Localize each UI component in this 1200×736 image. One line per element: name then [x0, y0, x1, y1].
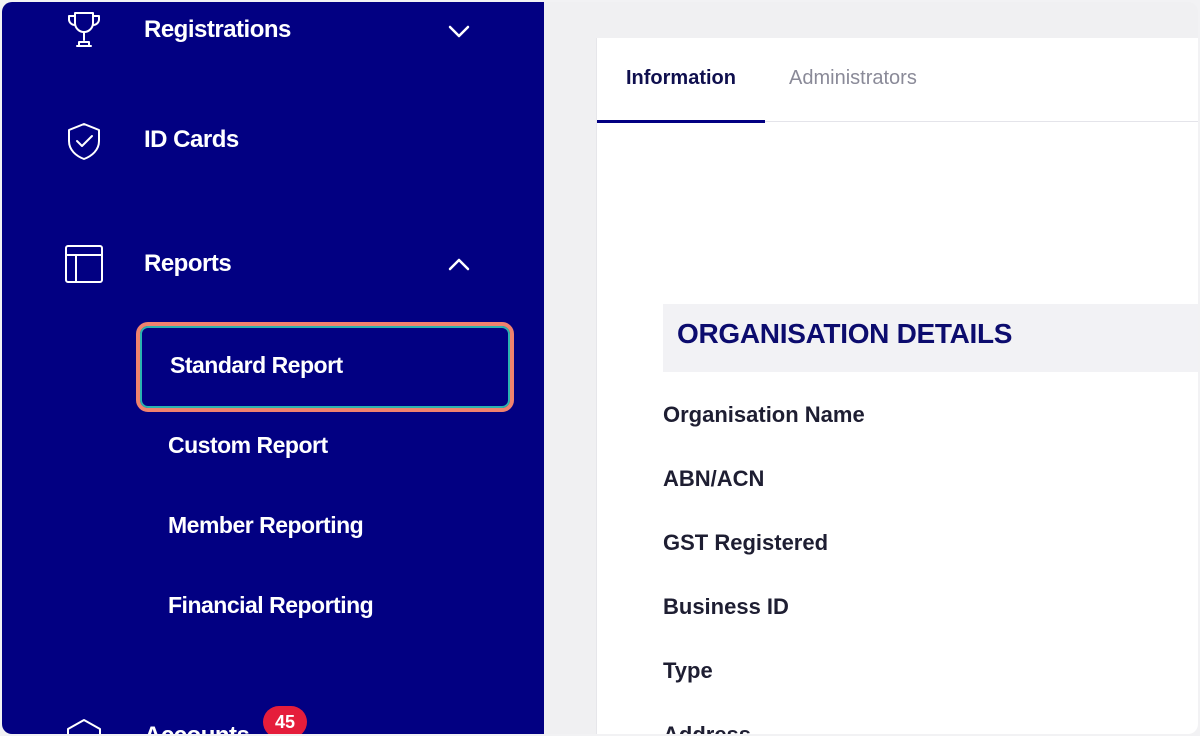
tab-bar: Information Administrators — [597, 38, 1198, 123]
main-content: Information Administrators ORGANISATION … — [544, 2, 1198, 734]
sidebar-item-id-cards[interactable]: ID Cards — [2, 110, 544, 170]
sidebar-item-label: Registrations — [144, 16, 291, 43]
sidebar-item-registrations[interactable]: Registrations — [2, 2, 544, 62]
field-label-type: Type — [663, 658, 713, 683]
sidebar-subitem-financial-reporting[interactable]: Financial Reporting — [140, 566, 510, 646]
trophy-icon — [62, 8, 106, 52]
field-label-business-id: Business ID — [663, 594, 789, 619]
sidebar-item-label: ID Cards — [144, 126, 239, 153]
sidebar: Registrations ID Cards Reports Standard … — [2, 2, 544, 734]
tab-administrators[interactable]: Administrators — [789, 38, 917, 122]
section-header: ORGANISATION DETAILS — [663, 304, 1198, 372]
sidebar-subitem-member-reporting[interactable]: Member Reporting — [140, 486, 510, 566]
notification-badge: 45 — [263, 706, 307, 734]
section-title: ORGANISATION DETAILS — [677, 318, 1013, 349]
field-label-gst-registered: GST Registered — [663, 530, 829, 555]
sidebar-item-label: Reports — [144, 250, 232, 277]
sidebar-subitem-label: Financial Reporting — [168, 592, 374, 618]
sidebar-subitem-label: Custom Report — [168, 432, 328, 458]
sidebar-subitem-standard-report[interactable]: Standard Report — [136, 322, 514, 412]
tab-information[interactable]: Information — [597, 38, 765, 123]
chevron-down-icon[interactable] — [444, 16, 474, 46]
shield-check-icon — [62, 120, 106, 164]
field-label-address: Address — [663, 722, 751, 734]
app-window: Registrations ID Cards Reports Standard … — [2, 2, 1198, 734]
field-label-organisation-name: Organisation Name — [663, 402, 865, 427]
sidebar-item-reports[interactable]: Reports — [2, 236, 544, 296]
layout-icon — [62, 242, 106, 286]
hexagon-icon — [62, 716, 106, 734]
sidebar-subitem-custom-report[interactable]: Custom Report — [140, 406, 510, 486]
sidebar-subitem-label: Standard Report — [170, 352, 343, 378]
details-card: Information Administrators ORGANISATION … — [596, 38, 1198, 734]
sidebar-subitem-label: Member Reporting — [168, 512, 364, 538]
sidebar-item-label: Accounts — [144, 722, 250, 734]
chevron-up-icon[interactable] — [444, 250, 474, 280]
field-label-abn-acn: ABN/ACN — [663, 466, 765, 491]
